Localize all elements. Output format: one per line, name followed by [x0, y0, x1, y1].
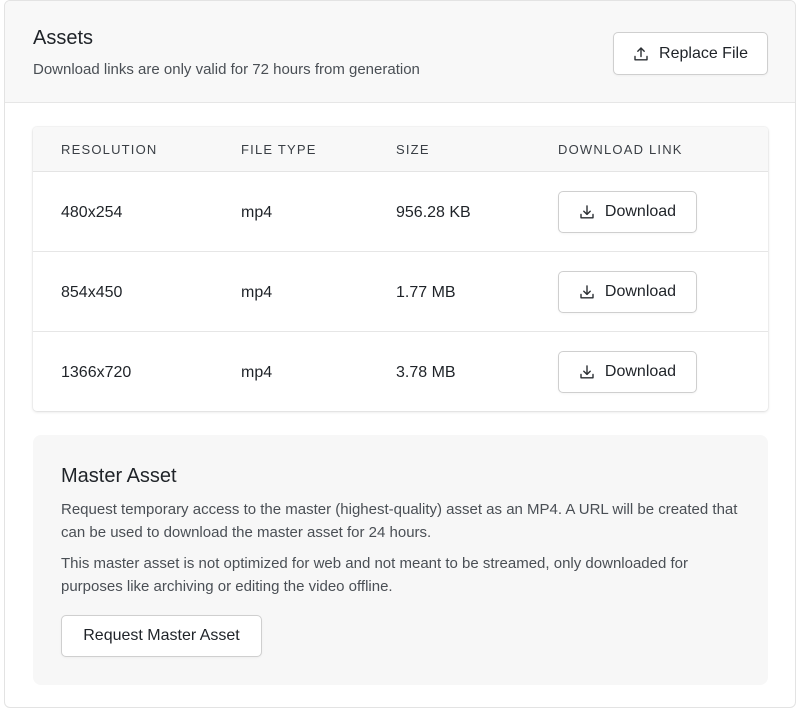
- assets-table: RESOLUTION FILE TYPE SIZE DOWNLOAD LINK …: [33, 127, 768, 411]
- file-type-cell: mp4: [241, 364, 273, 381]
- table-header: RESOLUTION FILE TYPE SIZE DOWNLOAD LINK: [33, 127, 768, 172]
- page-title: Assets: [33, 27, 94, 49]
- request-master-asset-button[interactable]: Request Master Asset: [61, 615, 262, 657]
- download-label: Download: [604, 363, 677, 380]
- size-cell: 956.28 KB: [396, 204, 471, 221]
- download-label: Download: [604, 203, 677, 220]
- column-header-resolution: RESOLUTION: [61, 142, 158, 157]
- table-row: 480x254 mp4 956.28 KB Download: [33, 172, 768, 252]
- resolution-cell: 480x254: [61, 204, 123, 221]
- column-header-size: SIZE: [396, 142, 430, 157]
- column-header-download-link: DOWNLOAD LINK: [558, 142, 683, 157]
- master-asset-panel: Master Asset Request temporary access to…: [33, 435, 768, 685]
- size-cell: 1.77 MB: [396, 284, 456, 301]
- upload-icon: [634, 46, 648, 60]
- column-header-file-type: FILE TYPE: [241, 142, 317, 157]
- download-icon: [580, 365, 594, 379]
- file-type-cell: mp4: [241, 204, 273, 221]
- download-button[interactable]: Download: [558, 271, 697, 313]
- download-icon: [580, 285, 594, 299]
- assets-header: Assets Download links are only valid for…: [5, 1, 795, 103]
- table-row: 854x450 mp4 1.77 MB Download: [33, 252, 768, 332]
- assets-card: Assets Download links are only valid for…: [4, 0, 796, 708]
- file-type-cell: mp4: [241, 284, 273, 301]
- header-subtitle: Download links are only valid for 72 hou…: [33, 61, 420, 78]
- table-row: 1366x720 mp4 3.78 MB Download: [33, 332, 768, 412]
- replace-file-button[interactable]: Replace File: [613, 32, 768, 75]
- master-asset-description: Request temporary access to the master (…: [61, 501, 738, 541]
- download-icon: [580, 205, 594, 219]
- resolution-cell: 1366x720: [61, 364, 132, 381]
- download-button[interactable]: Download: [558, 191, 697, 233]
- master-asset-note: This master asset is not optimized for w…: [61, 555, 688, 595]
- download-button[interactable]: Download: [558, 351, 697, 393]
- download-label: Download: [604, 283, 677, 300]
- replace-file-label: Replace File: [659, 44, 748, 62]
- size-cell: 3.78 MB: [396, 364, 456, 381]
- master-asset-title: Master Asset: [61, 465, 177, 487]
- resolution-cell: 854x450: [61, 284, 123, 301]
